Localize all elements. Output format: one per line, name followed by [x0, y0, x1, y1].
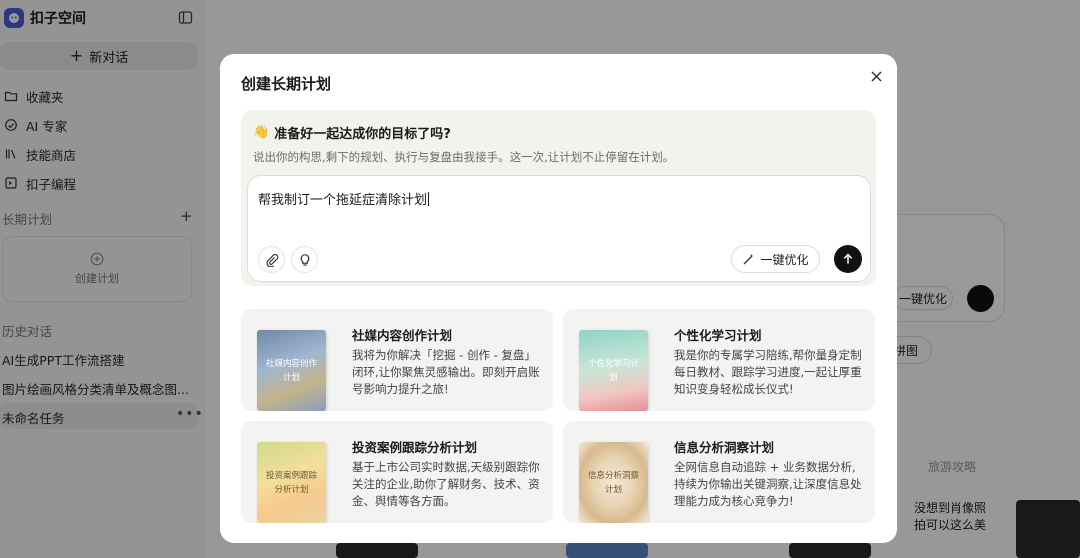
template-description: 基于上市公司实时数据,天级别跟踪你关注的企业,助你了解财务、技术、资金、舆情等各…	[352, 460, 540, 508]
template-card-social-media[interactable]: 社媒内容创作计划 社媒内容创作计划 我将为你解决「挖掘 - 创作 - 复盘」闭环…	[241, 309, 553, 411]
template-title: 信息分析洞察计划	[674, 440, 775, 455]
template-description: 全网信息自动追踪 + 业务数据分析,持续为你输出关键洞察,让深度信息处理能力成为…	[674, 460, 862, 508]
template-cover: 社媒内容创作计划	[257, 330, 326, 411]
send-button[interactable]	[834, 245, 862, 273]
prompt-value: 帮我制订一个拖延症清除计划	[258, 193, 428, 208]
paperclip-icon	[265, 253, 278, 267]
attach-button[interactable]	[258, 246, 285, 273]
modal-title: 创建长期计划	[241, 75, 332, 93]
template-card-investment[interactable]: 投资案例跟踪分析计划 投资案例跟踪分析计划 基于上市公司实时数据,天级别跟踪你关…	[241, 421, 553, 523]
lightbulb-icon	[300, 253, 309, 266]
hero-panel: 👋 准备好一起达成你的目标了吗? 说出你的构思,剩下的规划、执行与复盘由我接手。…	[241, 110, 876, 286]
template-card-info-analysis[interactable]: 信息分析洞察计划 信息分析洞察计划 全网信息自动追踪 + 业务数据分析,持续为你…	[563, 421, 875, 523]
template-title: 社媒内容创作计划	[352, 328, 453, 343]
hero-heading: 👋 准备好一起达成你的目标了吗?	[253, 123, 451, 142]
template-description: 我是你的专属学习陪练,帮你量身定制每日教材、跟踪学习进度,一起让厚重知识变身轻松…	[674, 348, 862, 396]
wave-icon: 👋	[253, 125, 270, 140]
inspiration-button[interactable]	[291, 246, 318, 273]
template-card-learning[interactable]: 个性化学习计划 个性化学习计划 我是你的专属学习陪练,帮你量身定制每日教材、跟踪…	[563, 309, 875, 411]
magic-wand-icon	[744, 253, 754, 264]
arrow-up-icon	[843, 253, 853, 264]
close-icon[interactable]	[868, 68, 884, 84]
text-caret	[428, 192, 430, 206]
template-description: 我将为你解决「挖掘 - 创作 - 复盘」闭环,让你聚焦灵感输出。即刻开启账号影响…	[352, 348, 540, 396]
template-cover: 投资案例跟踪分析计划	[257, 442, 326, 523]
prompt-text[interactable]: 帮我制订一个拖延症清除计划	[258, 189, 430, 208]
template-cover: 信息分析洞察计划	[579, 442, 648, 523]
template-cover: 个性化学习计划	[579, 330, 648, 411]
optimize-button[interactable]: 一键优化	[731, 245, 820, 273]
hero-heading-text: 准备好一起达成你的目标了吗?	[274, 127, 451, 142]
create-plan-modal: 创建长期计划 👋 准备好一起达成你的目标了吗? 说出你的构思,剩下的规划、执行与…	[220, 54, 897, 543]
hero-subtitle: 说出你的构思,剩下的规划、执行与复盘由我接手。这一次,让计划不止停留在计划。	[253, 150, 675, 164]
plan-prompt-input[interactable]: 帮我制订一个拖延症清除计划 一键优化	[247, 175, 871, 282]
optimize-label: 一键优化	[760, 252, 809, 267]
template-title: 个性化学习计划	[674, 328, 762, 343]
template-title: 投资案例跟踪分析计划	[352, 440, 478, 455]
